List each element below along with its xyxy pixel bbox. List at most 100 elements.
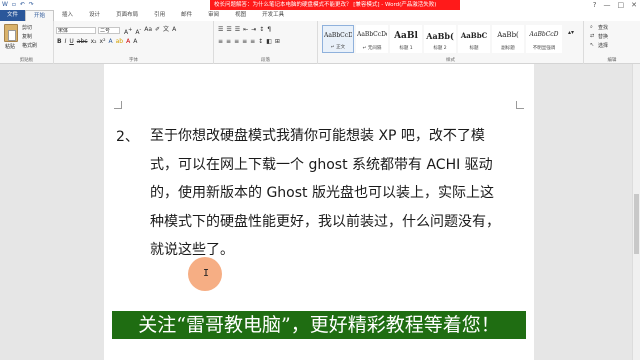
select-button[interactable]: 选择 — [598, 42, 608, 49]
ribbon-tabs: 文件 开始 插入 设计 页面布局 引用 邮件 审阅 视图 开发工具 — [0, 10, 640, 21]
style-normal[interactable]: AaBbCcDd ↵ 正文 — [322, 25, 354, 53]
font-color-icon[interactable]: A — [126, 38, 130, 46]
style-name: ↵ 正文 — [330, 45, 346, 50]
maximize-icon[interactable]: □ — [618, 0, 625, 10]
strikethrough-icon[interactable]: abc — [77, 38, 88, 46]
align-left-icon[interactable]: ≡ — [218, 38, 223, 46]
style-sample: AaBbCcDd — [357, 31, 387, 38]
close-icon[interactable]: ✕ — [631, 0, 637, 10]
bold-icon[interactable]: B — [57, 38, 62, 46]
tab-file[interactable]: 文件 — [0, 10, 26, 21]
style-sample: AaBbCcDd — [324, 32, 352, 39]
numbering-icon[interactable]: ☰ — [226, 26, 231, 34]
ribbon: 粘贴 剪切 复制 格式刷 剪贴板 宋体 二号 A+ A- Aa ✐ 文 A B … — [0, 21, 640, 64]
find-button[interactable]: 查找 — [598, 24, 608, 31]
change-case-icon[interactable]: Aa — [144, 26, 152, 37]
style-heading-2[interactable]: AaBb( 标题 2 — [424, 25, 456, 53]
paragraph-line: 种模式下的硬盘性能更好，我以前装过，什么问题没有， — [150, 213, 500, 230]
text-effects-icon[interactable]: A — [109, 38, 113, 46]
style-sample: AaBl — [394, 31, 418, 41]
subscript-icon[interactable]: x₂ — [91, 38, 97, 46]
sort-icon[interactable]: ↕ — [259, 26, 264, 34]
replace-button[interactable]: 替换 — [598, 33, 608, 40]
tab-view[interactable]: 视图 — [227, 10, 254, 21]
font-size-combo[interactable]: 二号 — [98, 27, 120, 34]
style-sample: AaBb( — [497, 31, 519, 39]
window-title: 校长问题解答：为什么笔记本电脑的硬盘模式不能更改？ [兼容模式] - Word(… — [214, 2, 437, 8]
cut-button[interactable]: 剪切 — [22, 24, 32, 31]
distribute-icon[interactable]: ≡ — [250, 38, 255, 46]
window-controls: ? — □ ✕ — [593, 0, 637, 10]
increase-indent-icon[interactable]: ⇥ — [251, 26, 256, 34]
style-title[interactable]: AaBbC 标题 — [458, 25, 490, 53]
style-subtle-emphasis[interactable]: AaBbCcD 不明显强调 — [526, 25, 562, 53]
editing-group-label: 编辑 — [607, 58, 617, 63]
bullets-icon[interactable]: ☰ — [218, 26, 223, 34]
promo-banner-text: 关注“雷哥教电脑”，更好精彩教程等着您！ — [138, 314, 500, 336]
clear-format-icon[interactable]: ✐ — [155, 26, 160, 37]
list-item-number: 2、 — [116, 129, 139, 145]
styles-group: AaBbCcDd ↵ 正文 AaBbCcDd ↵ 无间隔 AaBl 标题 1 A… — [318, 21, 584, 64]
justify-icon[interactable]: ≡ — [242, 38, 247, 46]
ibeam-cursor-icon: I — [203, 268, 210, 279]
help-icon[interactable]: ? — [593, 0, 597, 10]
style-name: 标题 2 — [433, 46, 447, 51]
font-name-combo[interactable]: 宋体 — [56, 27, 96, 34]
format-buttons: B I U abc x₂ x² A ab A A — [57, 38, 137, 46]
quick-access-toolbar[interactable]: W ▫ ↶ ↷ — [2, 1, 35, 9]
paragraph-group-label: 段落 — [261, 58, 270, 63]
copy-button[interactable]: 复制 — [22, 33, 32, 40]
line-spacing-icon[interactable]: ↕ — [258, 38, 263, 46]
vertical-scrollbar[interactable] — [632, 64, 640, 360]
style-name: 不明显强调 — [532, 46, 556, 51]
style-name: 副标题 — [501, 46, 515, 51]
tab-review[interactable]: 审阅 — [200, 10, 227, 21]
show-marks-icon[interactable]: ¶ — [267, 26, 271, 34]
margin-mark-top-left — [114, 101, 122, 109]
underline-icon[interactable]: U — [69, 38, 73, 46]
tab-layout[interactable]: 页面布局 — [108, 10, 146, 21]
char-shading-icon[interactable]: A — [133, 38, 137, 46]
tab-insert[interactable]: 插入 — [54, 10, 81, 21]
list-buttons: ☰ ☰ ☰ ⇤ ⇥ ↕ ¶ — [218, 26, 271, 34]
scrollbar-thumb[interactable] — [634, 194, 639, 254]
grow-font-icon[interactable]: A+ — [124, 26, 132, 37]
char-border-icon[interactable]: A — [172, 26, 176, 37]
font-group-label: 字体 — [129, 58, 138, 63]
multilevel-list-icon[interactable]: ☰ — [235, 26, 240, 34]
decrease-indent-icon[interactable]: ⇤ — [243, 26, 248, 34]
editing-group: ⌕ 查找 ⇄ 替换 ↖ 选择 编辑 — [584, 21, 640, 64]
style-name: 标题 1 — [399, 46, 413, 51]
title-bar: W ▫ ↶ ↷ 校长问题解答：为什么笔记本电脑的硬盘模式不能更改？ [兼容模式]… — [0, 0, 640, 10]
style-subtitle[interactable]: AaBb( 副标题 — [492, 25, 524, 53]
phonetic-icon[interactable]: 文 — [163, 26, 169, 37]
shrink-font-icon[interactable]: A- — [135, 26, 141, 37]
paragraph-group: ☰ ☰ ☰ ⇤ ⇥ ↕ ¶ ≡ ≡ ≡ ≡ ≡ ↕ ◧ ⊞ 段落 — [214, 21, 318, 64]
style-name: 标题 — [469, 46, 479, 51]
style-name: ↵ 无间隔 — [362, 46, 382, 51]
minimize-icon[interactable]: — — [604, 0, 611, 10]
align-center-icon[interactable]: ≡ — [226, 38, 231, 46]
align-right-icon[interactable]: ≡ — [234, 38, 239, 46]
styles-group-label: 样式 — [446, 58, 455, 63]
styles-scroll-icon[interactable]: ▴▾ — [568, 29, 574, 36]
tab-design[interactable]: 设计 — [81, 10, 108, 21]
format-painter-button[interactable]: 格式刷 — [22, 42, 37, 49]
paste-button[interactable]: 粘贴 — [5, 43, 15, 50]
tab-home[interactable]: 开始 — [25, 10, 55, 21]
body-paragraph[interactable]: 至于你想改硬盘模式我猜你可能想装 XP 吧，改不了模 式，可以在网上下载一个 g… — [150, 122, 525, 265]
italic-icon[interactable]: I — [65, 38, 67, 46]
style-heading-1[interactable]: AaBl 标题 1 — [390, 25, 422, 53]
highlight-icon[interactable]: ab — [116, 38, 124, 46]
paragraph-line: 至于你想改硬盘模式我猜你可能想装 XP 吧，改不了模 — [150, 128, 485, 144]
style-no-spacing[interactable]: AaBbCcDd ↵ 无间隔 — [356, 25, 388, 53]
paste-icon[interactable] — [4, 24, 18, 42]
borders-icon[interactable]: ⊞ — [275, 38, 280, 46]
superscript-icon[interactable]: x² — [100, 38, 106, 46]
shading-icon[interactable]: ◧ — [266, 38, 272, 46]
tab-developer[interactable]: 开发工具 — [254, 10, 292, 21]
font-group: 宋体 二号 A+ A- Aa ✐ 文 A B I U abc x₂ x² A a… — [54, 21, 214, 64]
tab-references[interactable]: 引用 — [146, 10, 173, 21]
select-icon: ↖ — [590, 42, 595, 48]
tab-mailings[interactable]: 邮件 — [173, 10, 200, 21]
